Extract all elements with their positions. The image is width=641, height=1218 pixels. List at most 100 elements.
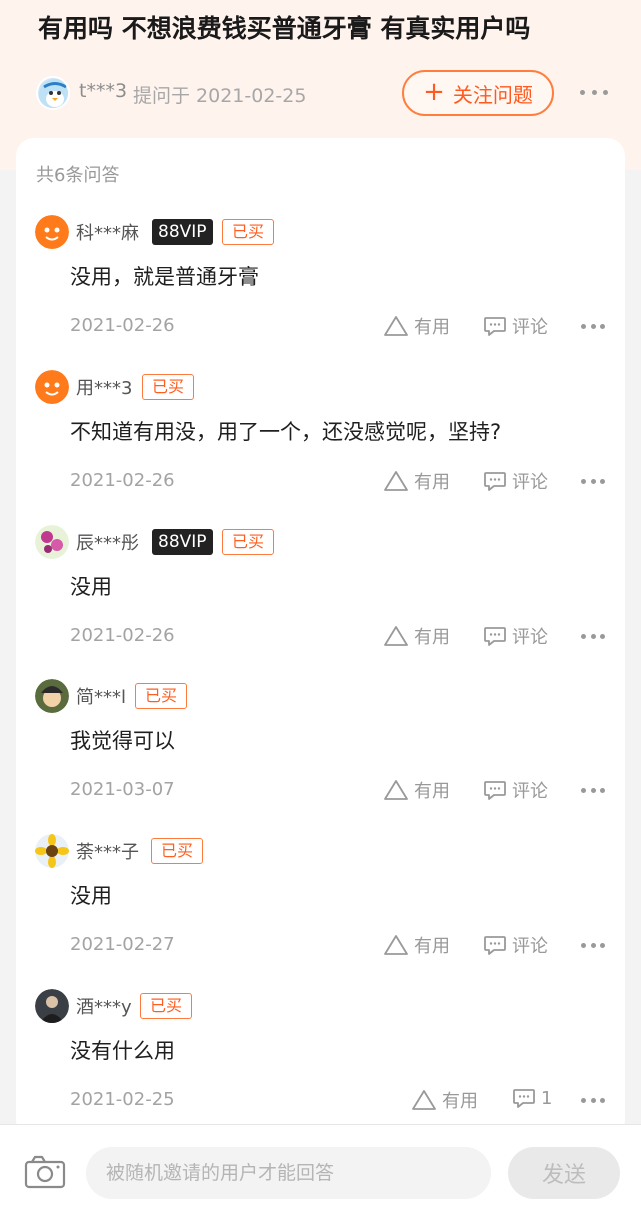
triangle-up-icon <box>384 780 408 800</box>
sunflower-avatar-icon <box>35 834 69 868</box>
comment-label: 评论 <box>512 781 548 802</box>
answer-item: 辰***彤 88VIP 已买 没用 2021-02-26 有用 评论 <box>16 525 625 680</box>
avatar-penguin-icon <box>39 79 68 108</box>
bought-badge: 已买 <box>142 374 194 400</box>
comment-button[interactable]: 评论 <box>483 313 548 339</box>
answer-date: 2021-02-27 <box>70 934 175 955</box>
answer-item: 酒***y 已买 没有什么用 2021-02-25 有用 1 <box>16 989 625 1144</box>
comment-bubble-icon <box>513 1089 535 1108</box>
useful-button[interactable]: 有用 <box>383 777 450 803</box>
triangle-up-icon <box>412 1090 436 1110</box>
cartoon-avatar-icon <box>35 679 69 713</box>
comment-label: 评论 <box>512 472 548 493</box>
more-options-icon[interactable] <box>581 1097 605 1103</box>
comment-bubble-icon <box>484 472 506 491</box>
user-name: 荼***子 <box>76 842 139 863</box>
bought-badge: 已买 <box>151 838 203 864</box>
flower-avatar-icon <box>35 525 69 559</box>
comment-button[interactable]: 评论 <box>483 468 548 494</box>
plus-icon: + <box>423 76 445 107</box>
user-avatar[interactable] <box>35 525 69 559</box>
camera-icon <box>24 1155 66 1189</box>
useful-label: 有用 <box>414 936 450 957</box>
user-name: 辰***彤 <box>76 533 139 554</box>
answer-text: 没用 <box>70 575 112 599</box>
bought-badge: 已买 <box>222 219 274 245</box>
comment-bubble-icon <box>484 936 506 955</box>
person-avatar-icon <box>35 989 69 1023</box>
bought-badge: 已买 <box>135 683 187 709</box>
answer-date: 2021-02-25 <box>70 1089 175 1110</box>
answer-text: 我觉得可以 <box>70 729 175 753</box>
answer-date: 2021-02-26 <box>70 315 175 336</box>
reply-bar: 发送 <box>0 1124 641 1218</box>
comment-bubble-icon <box>484 781 506 800</box>
useful-label: 有用 <box>414 781 450 802</box>
comment-count: 1 <box>541 1087 553 1109</box>
more-options-icon[interactable] <box>581 323 605 329</box>
answer-text: 没有什么用 <box>70 1039 175 1063</box>
user-name: 酒***y <box>76 997 132 1018</box>
answer-date: 2021-03-07 <box>70 779 175 800</box>
answer-text: 没用 <box>70 884 112 908</box>
useful-button[interactable]: 有用 <box>383 468 450 494</box>
vip-badge: 88VIP <box>152 529 213 555</box>
answer-item: 用***3 已买 不知道有用没，用了一个，还没感觉呢，坚持? 2021-02-2… <box>16 370 625 525</box>
user-avatar[interactable] <box>35 679 69 713</box>
camera-button[interactable] <box>24 1155 66 1189</box>
answer-item: 简***l 已买 我觉得可以 2021-03-07 有用 评论 <box>16 679 625 834</box>
user-name: 用***3 <box>76 378 133 399</box>
triangle-up-icon <box>384 626 408 646</box>
more-options-icon[interactable] <box>581 633 605 639</box>
taobao-mascot-icon <box>35 370 69 404</box>
useful-button[interactable]: 有用 <box>411 1087 478 1113</box>
useful-button[interactable]: 有用 <box>383 932 450 958</box>
asker-avatar[interactable] <box>36 76 70 110</box>
comment-label: 评论 <box>512 317 548 338</box>
more-options-icon[interactable] <box>581 787 605 793</box>
comment-button[interactable]: 评论 <box>483 777 548 803</box>
comment-button[interactable]: 评论 <box>483 623 548 649</box>
answer-date: 2021-02-26 <box>70 625 175 646</box>
more-options-icon[interactable] <box>580 82 608 102</box>
useful-label: 有用 <box>442 1091 478 1112</box>
answer-text: 没用，就是普通牙膏 <box>70 265 259 289</box>
answer-count: 共6条问答 <box>36 165 120 186</box>
reply-input[interactable] <box>86 1147 491 1199</box>
comment-button[interactable]: 1 <box>512 1087 552 1109</box>
answer-text: 不知道有用没，用了一个，还没感觉呢，坚持? <box>70 420 502 444</box>
user-avatar[interactable] <box>35 834 69 868</box>
comment-label: 评论 <box>512 936 548 957</box>
follow-question-button[interactable]: + 关注问题 <box>402 70 554 116</box>
useful-button[interactable]: 有用 <box>383 313 450 339</box>
answers-card: 共6条问答 科***麻 88VIP 已买 没用，就是普通牙膏 2021-02-2… <box>16 138 625 1138</box>
question-title: 有用吗 不想浪费钱买普通牙膏 有真实用户吗 <box>38 14 531 43</box>
user-avatar[interactable] <box>35 989 69 1023</box>
follow-label: 关注问题 <box>452 82 533 107</box>
user-avatar[interactable] <box>35 370 69 404</box>
more-options-icon[interactable] <box>581 942 605 948</box>
useful-label: 有用 <box>414 317 450 338</box>
comment-button[interactable]: 评论 <box>483 932 548 958</box>
comment-label: 评论 <box>512 627 548 648</box>
qa-page: 有用吗 不想浪费钱买普通牙膏 有真实用户吗 t***3 提问于 2021-02-… <box>0 0 641 1218</box>
answer-date: 2021-02-26 <box>70 470 175 491</box>
user-name: 简***l <box>76 687 127 708</box>
more-options-icon[interactable] <box>581 478 605 484</box>
user-name: 科***麻 <box>76 223 139 244</box>
answer-item: 科***麻 88VIP 已买 没用，就是普通牙膏 2021-02-26 有用 评… <box>16 215 625 370</box>
triangle-up-icon <box>384 471 408 491</box>
taobao-mascot-icon <box>35 215 69 249</box>
useful-label: 有用 <box>414 472 450 493</box>
comment-bubble-icon <box>484 627 506 646</box>
asker-name: t***3 <box>79 80 128 102</box>
bought-badge: 已买 <box>140 993 192 1019</box>
useful-label: 有用 <box>414 627 450 648</box>
triangle-up-icon <box>384 935 408 955</box>
useful-button[interactable]: 有用 <box>383 623 450 649</box>
send-button[interactable]: 发送 <box>508 1147 620 1199</box>
user-avatar[interactable] <box>35 215 69 249</box>
vip-badge: 88VIP <box>152 219 213 245</box>
answer-item: 荼***子 已买 没用 2021-02-27 有用 评论 <box>16 834 625 989</box>
bought-badge: 已买 <box>222 529 274 555</box>
